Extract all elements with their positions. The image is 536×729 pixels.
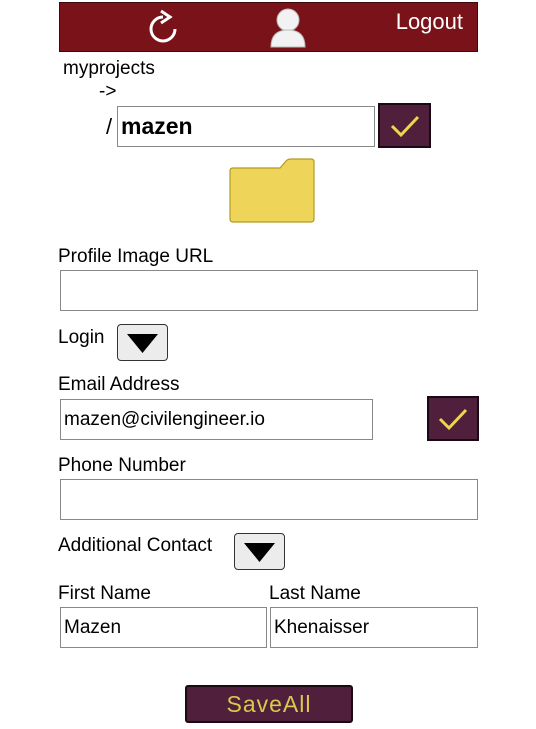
breadcrumb-arrow: -> <box>99 81 117 102</box>
path-slash: / <box>106 114 113 139</box>
user-icon[interactable] <box>268 6 308 48</box>
triangle-down-icon <box>244 543 275 562</box>
confirm-project-button[interactable] <box>378 103 431 148</box>
check-icon <box>438 408 468 431</box>
confirm-email-button[interactable] <box>427 396 479 441</box>
first-name-label: First Name <box>58 583 151 604</box>
login-label: Login <box>58 327 105 348</box>
additional-contact-toggle-button[interactable] <box>234 533 285 570</box>
phone-input[interactable] <box>60 479 478 520</box>
email-input[interactable] <box>60 399 373 440</box>
refresh-icon[interactable] <box>142 8 184 50</box>
phone-label: Phone Number <box>58 455 186 476</box>
additional-contact-label: Additional Contact <box>58 535 213 556</box>
check-icon <box>390 115 420 138</box>
last-name-input[interactable] <box>270 607 478 648</box>
folder-icon[interactable] <box>228 158 316 224</box>
logout-link[interactable]: Logout <box>396 9 463 35</box>
triangle-down-icon <box>127 334 158 353</box>
save-all-button[interactable]: SaveAll <box>185 685 353 723</box>
first-name-input[interactable] <box>60 607 267 648</box>
top-bar: Logout <box>59 2 478 52</box>
login-toggle-button[interactable] <box>117 324 168 361</box>
project-name-input[interactable] <box>117 106 375 147</box>
breadcrumb-root[interactable]: myprojects <box>63 58 155 80</box>
email-label: Email Address <box>58 374 180 395</box>
profile-image-url-input[interactable] <box>60 270 478 311</box>
profile-image-label: Profile Image URL <box>58 246 214 267</box>
last-name-label: Last Name <box>269 583 361 604</box>
